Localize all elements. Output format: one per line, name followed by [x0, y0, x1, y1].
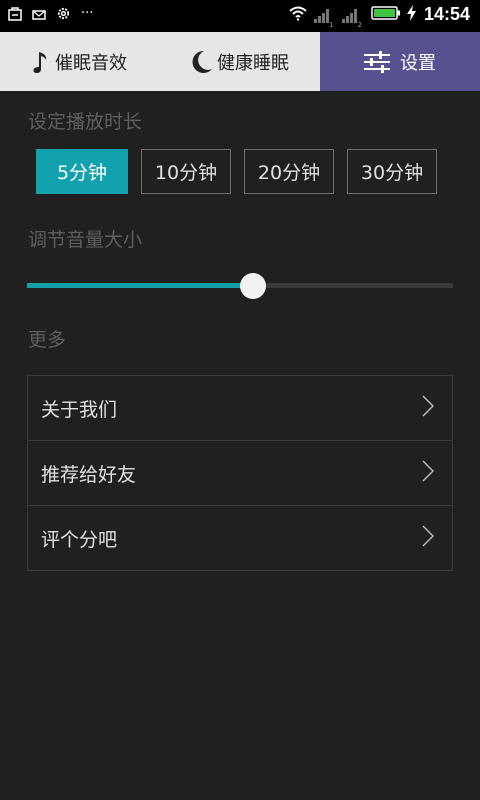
settings-content: 设定播放时长 5分钟 10分钟 20分钟 30分钟 调节音量大小 更多 关于我们…	[0, 91, 480, 800]
signal-sim1-icon: 1	[314, 7, 336, 29]
wifi-icon	[288, 5, 308, 25]
tab-sleep-sounds[interactable]: 催眠音效	[0, 32, 160, 91]
gear-icon	[56, 6, 71, 21]
notification-bag-icon	[8, 6, 22, 21]
status-right-icons: 1 2 14:54	[288, 4, 470, 29]
duration-options: 5分钟 10分钟 20分钟 30分钟	[36, 149, 437, 194]
more-list: 关于我们 推荐给好友 评个分吧	[27, 375, 453, 571]
sim1-label: 1	[329, 20, 334, 29]
music-note-icon	[33, 50, 51, 74]
list-item-recommend[interactable]: 推荐给好友	[28, 440, 452, 505]
duration-option-5min[interactable]: 5分钟	[36, 149, 128, 194]
chevron-right-icon	[422, 394, 435, 422]
duration-option-30min[interactable]: 30分钟	[347, 149, 437, 194]
tab-settings[interactable]: 设置	[320, 32, 480, 91]
list-item-label: 评个分吧	[41, 528, 118, 551]
status-left-icons: ···	[8, 6, 93, 21]
charging-icon	[406, 4, 416, 25]
tab-bar: 催眠音效 健康睡眠 设置	[0, 32, 480, 91]
chevron-right-icon	[422, 459, 435, 487]
settings-sliders-icon	[364, 50, 390, 73]
mail-icon	[32, 7, 46, 21]
tab-healthy-sleep-label: 健康睡眠	[217, 52, 289, 74]
list-item-about-us[interactable]: 关于我们	[28, 376, 452, 440]
list-item-label: 关于我们	[41, 398, 118, 421]
more-section-title: 更多	[28, 329, 67, 351]
duration-section-title: 设定播放时长	[28, 111, 143, 133]
moon-icon	[191, 50, 213, 74]
battery-icon	[371, 5, 401, 24]
tab-sleep-sounds-label: 催眠音效	[55, 52, 127, 74]
duration-option-20min[interactable]: 20分钟	[244, 149, 334, 194]
chevron-right-icon	[422, 524, 435, 552]
status-bar: ··· 1 2 14:54	[0, 0, 480, 32]
list-item-rate[interactable]: 评个分吧	[28, 505, 452, 570]
volume-slider-fill	[27, 283, 253, 288]
duration-option-10min[interactable]: 10分钟	[141, 149, 231, 194]
tab-settings-label: 设置	[400, 52, 436, 74]
volume-slider-thumb[interactable]	[239, 273, 266, 299]
list-item-label: 推荐给好友	[41, 463, 137, 486]
signal-sim2-icon: 2	[342, 7, 364, 29]
volume-slider[interactable]	[27, 271, 453, 301]
volume-section-title: 调节音量大小	[28, 229, 143, 251]
sim2-label: 2	[357, 20, 362, 29]
more-notifications-icon: ···	[81, 6, 94, 21]
clock-time: 14:54	[423, 4, 470, 24]
tab-healthy-sleep[interactable]: 健康睡眠	[160, 32, 320, 91]
